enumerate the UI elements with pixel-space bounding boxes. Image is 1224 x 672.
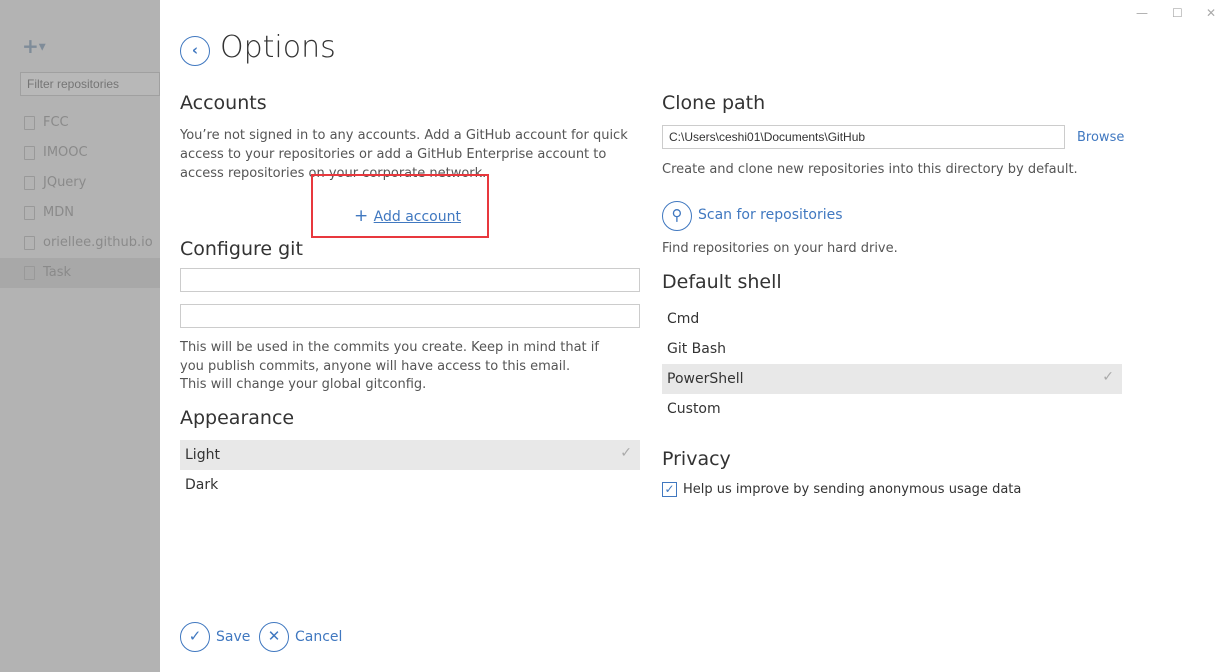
cancel-icon-button[interactable]: ✕ <box>259 622 289 652</box>
repo-item[interactable]: JQuery <box>0 168 160 198</box>
close-icon: ✕ <box>267 627 281 645</box>
git-name-input[interactable] <box>180 268 640 292</box>
repo-item[interactable]: IMOOC <box>0 138 160 168</box>
repo-icon <box>24 116 35 130</box>
chevron-left-icon: ‹ <box>191 41 199 59</box>
highlight-box <box>311 174 489 238</box>
save-button[interactable]: Save <box>216 629 250 645</box>
repo-item-selected[interactable]: Task <box>0 258 160 288</box>
appearance-option-dark[interactable]: Dark <box>180 470 640 500</box>
back-button[interactable]: ‹ <box>180 36 210 66</box>
option-label: Cmd <box>667 311 700 327</box>
repo-icon <box>24 176 35 190</box>
cancel-button[interactable]: Cancel <box>295 629 342 645</box>
repo-item[interactable]: oriellee.github.io <box>0 228 160 258</box>
search-icon: ⚲ <box>671 206 683 224</box>
minimize-button[interactable]: — <box>1136 6 1148 20</box>
check-icon: ✓ <box>188 627 202 645</box>
shell-option-cmd[interactable]: Cmd <box>662 304 1122 334</box>
option-label: PowerShell <box>667 371 744 387</box>
shell-option-custom[interactable]: Custom <box>662 394 1122 424</box>
shell-option-git-bash[interactable]: Git Bash <box>662 334 1122 364</box>
privacy-heading: Privacy <box>662 448 731 470</box>
repo-label: FCC <box>43 115 69 130</box>
clone-path-description: Create and clone new repositories into t… <box>662 162 1078 177</box>
close-button[interactable]: ✕ <box>1206 6 1216 20</box>
repo-item[interactable]: MDN <box>0 198 160 228</box>
scan-icon-button[interactable]: ⚲ <box>662 201 692 231</box>
add-repository-button[interactable]: +▼ <box>22 34 46 58</box>
option-label: Dark <box>185 477 219 493</box>
repo-icon <box>24 146 35 160</box>
repo-label: Task <box>43 265 72 280</box>
repo-label: JQuery <box>43 175 87 190</box>
default-shell-heading: Default shell <box>662 271 782 293</box>
browse-button[interactable]: Browse <box>1077 130 1124 145</box>
repo-item[interactable]: FCC <box>0 108 160 138</box>
check-icon: ✓ <box>620 445 632 461</box>
usage-data-checkbox[interactable]: ✓ <box>662 482 677 497</box>
check-icon: ✓ <box>1102 369 1114 385</box>
repo-icon <box>24 266 35 280</box>
git-email-input[interactable] <box>180 304 640 328</box>
usage-data-label: Help us improve by sending anonymous usa… <box>683 482 1022 497</box>
filter-repositories-input[interactable] <box>20 72 160 96</box>
appearance-option-light[interactable]: Light ✓ <box>180 440 640 470</box>
options-panel: — ☐ ✕ ‹ Options Accounts You’re not sign… <box>160 0 1224 672</box>
clone-path-input[interactable] <box>662 125 1065 149</box>
repo-icon <box>24 236 35 250</box>
save-icon-button[interactable]: ✓ <box>180 622 210 652</box>
plus-icon: + <box>22 34 39 58</box>
scan-repositories-button[interactable]: Scan for repositories <box>698 207 843 223</box>
check-icon: ✓ <box>664 482 675 496</box>
shell-option-powershell[interactable]: PowerShell ✓ <box>662 364 1122 394</box>
repo-label: IMOOC <box>43 145 88 160</box>
configure-git-heading: Configure git <box>180 238 303 260</box>
chevron-down-icon: ▼ <box>38 42 46 53</box>
option-label: Custom <box>667 401 721 417</box>
gitconfig-note: This will change your global gitconfig. <box>180 377 427 392</box>
page-title: Options <box>220 30 336 65</box>
accounts-heading: Accounts <box>180 92 267 114</box>
repo-label: oriellee.github.io <box>43 235 153 250</box>
option-label: Git Bash <box>667 341 727 357</box>
repo-icon <box>24 206 35 220</box>
appearance-heading: Appearance <box>180 407 295 429</box>
repo-label: MDN <box>43 205 74 220</box>
git-note: This will be used in the commits you cre… <box>180 340 599 374</box>
maximize-button[interactable]: ☐ <box>1172 6 1183 20</box>
sidebar: +▼ FCC IMOOC JQuery MDN oriellee.github.… <box>0 0 160 672</box>
scan-description: Find repositories on your hard drive. <box>662 241 898 256</box>
option-label: Light <box>185 447 220 463</box>
clone-path-heading: Clone path <box>662 92 766 114</box>
